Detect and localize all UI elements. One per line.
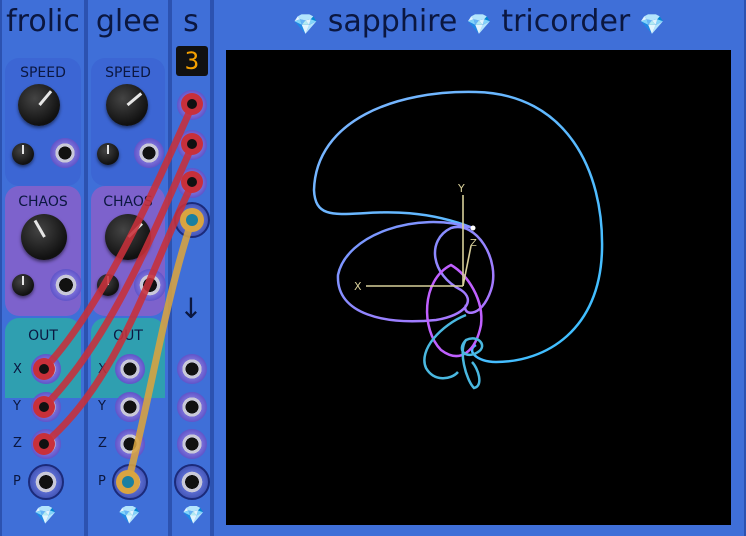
s-input-jack-3[interactable] <box>177 168 207 198</box>
glee-x-label: X <box>98 362 107 377</box>
axis-x-label: X <box>354 280 362 293</box>
frolic-speed-cv-jack[interactable] <box>50 138 80 168</box>
axis-y-label: Y <box>457 182 465 195</box>
tricorder-scope-display[interactable]: Y X Z <box>226 50 731 525</box>
frolic-speed-knob[interactable] <box>18 84 60 126</box>
frolic-chaos-cv-jack[interactable] <box>50 269 82 301</box>
sapphire-gem-icon: 💎 <box>293 12 319 36</box>
frolic-p-jack[interactable] <box>28 464 64 500</box>
glee-speed-knob[interactable] <box>106 84 148 126</box>
s-title: s <box>183 4 199 39</box>
tricorder-title-left: sapphire <box>327 4 458 39</box>
s-input-jack-2[interactable] <box>177 130 207 160</box>
glee-chaos-knob[interactable] <box>105 214 151 260</box>
frolic-module: frolic SPEED CHAOS OUT X Y Z P 💎 <box>0 0 86 536</box>
frolic-y-jack[interactable] <box>31 392 61 422</box>
frolic-x-jack[interactable] <box>31 354 61 384</box>
frolic-z-label: Z <box>13 436 22 451</box>
glee-chaos-cv-jack[interactable] <box>134 269 166 301</box>
sapphire-gem-icon: 💎 <box>118 505 141 526</box>
tricorder-title-bar: 💎 sapphire 💎 tricorder 💎 <box>214 4 744 39</box>
s-output-jack-3[interactable] <box>177 429 207 459</box>
s-module: s 3 ↓ 💎 <box>170 0 212 536</box>
glee-out-label: OUT <box>113 328 143 344</box>
frolic-chaos-knob[interactable] <box>21 214 67 260</box>
sapphire-gem-icon: 💎 <box>466 12 492 36</box>
frolic-speed-atten-knob[interactable] <box>12 143 34 165</box>
glee-y-jack[interactable] <box>115 392 145 422</box>
attractor-trace-inner <box>336 220 495 323</box>
frolic-chaos-atten-knob[interactable] <box>12 274 34 296</box>
glee-chaos-label: CHAOS <box>103 194 153 210</box>
sapphire-gem-icon: 💎 <box>639 12 665 36</box>
frolic-z-jack[interactable] <box>31 429 61 459</box>
sapphire-gem-icon: 💎 <box>182 505 205 526</box>
down-arrow-icon: ↓ <box>179 292 203 325</box>
s-output-jack-1[interactable] <box>177 354 207 384</box>
axes-gizmo <box>366 195 472 287</box>
glee-z-label: Z <box>98 436 107 451</box>
glee-z-jack[interactable] <box>115 429 145 459</box>
s-display: 3 <box>176 46 208 76</box>
frolic-title: frolic <box>6 4 80 39</box>
glee-y-label: Y <box>98 399 106 414</box>
glee-title: glee <box>95 4 161 39</box>
frolic-speed-label: SPEED <box>20 65 66 81</box>
attractor-plot: Y X Z <box>312 90 604 390</box>
attractor-cursor-dot <box>470 225 476 231</box>
sapphire-gem-icon: 💎 <box>34 505 57 526</box>
frolic-y-label: Y <box>13 399 21 414</box>
s-poly-output-jack[interactable] <box>174 464 210 500</box>
frolic-chaos-label: CHAOS <box>18 194 68 210</box>
attractor-trace-purple <box>425 263 483 358</box>
tricorder-title-right: tricorder <box>501 4 631 39</box>
s-output-jack-2[interactable] <box>177 392 207 422</box>
s-input-jack-1[interactable] <box>177 90 207 120</box>
glee-chaos-atten-knob[interactable] <box>97 274 119 296</box>
frolic-out-label: OUT <box>28 328 58 344</box>
glee-p-label: P <box>98 474 106 489</box>
glee-speed-label: SPEED <box>105 65 151 81</box>
glee-module: glee SPEED CHAOS OUT X Y Z P 💎 <box>86 0 170 536</box>
frolic-p-label: P <box>13 474 21 489</box>
axis-z-label: Z <box>470 238 477 249</box>
s-poly-input-jack[interactable] <box>174 202 210 238</box>
glee-speed-cv-jack[interactable] <box>134 138 164 168</box>
glee-speed-atten-knob[interactable] <box>97 143 119 165</box>
frolic-x-label: X <box>13 362 22 377</box>
glee-p-jack[interactable] <box>112 464 148 500</box>
glee-x-jack[interactable] <box>115 354 145 384</box>
